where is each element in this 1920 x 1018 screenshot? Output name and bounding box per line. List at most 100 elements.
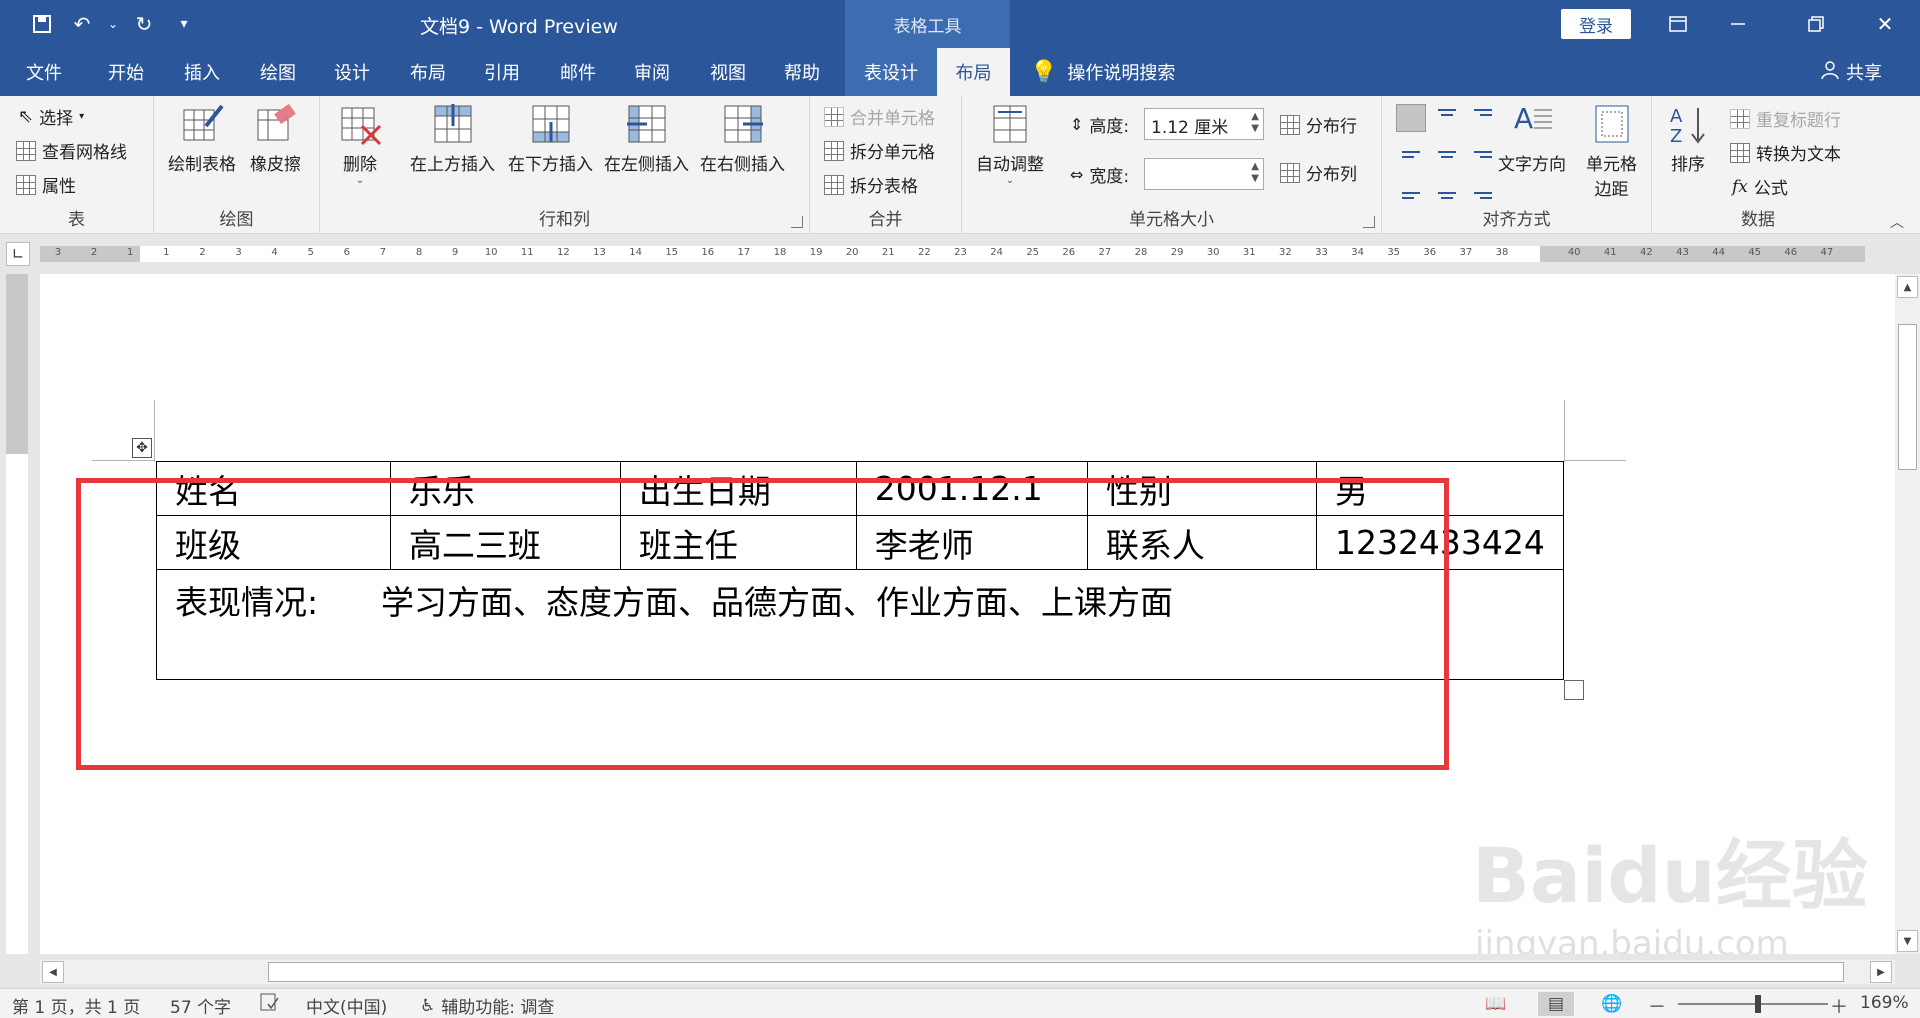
align-top-center-icon[interactable]: [1432, 104, 1462, 132]
split-cells-button[interactable]: 拆分单元格: [824, 138, 935, 163]
table-resize-handle[interactable]: [1564, 680, 1584, 700]
accessibility-status[interactable]: ♿ 辅助功能: 调查: [420, 993, 554, 1018]
properties-icon: [16, 174, 36, 195]
tab-view[interactable]: 视图: [690, 48, 766, 96]
properties-button[interactable]: 属性: [16, 172, 76, 197]
crop-mark: [1564, 400, 1565, 462]
text-direction-button[interactable]: A 文字方向: [1498, 102, 1566, 175]
insert-left-button[interactable]: 在左侧插入: [604, 102, 689, 175]
scroll-left-icon[interactable]: ◀: [42, 961, 64, 983]
word-count[interactable]: 57 个字: [170, 993, 231, 1018]
scroll-down-icon[interactable]: ▼: [1897, 930, 1918, 952]
sort-button[interactable]: AZ 排序: [1666, 102, 1710, 175]
redo-icon[interactable]: ↻: [128, 8, 160, 40]
select-button[interactable]: ⇖ 选择 ▾: [18, 104, 84, 129]
tab-file[interactable]: 文件: [6, 48, 82, 96]
proofing-icon[interactable]: [260, 993, 280, 1011]
dialog-launcher-icon[interactable]: [1363, 216, 1375, 228]
horizontal-scrollbar[interactable]: ◀ ▶: [40, 960, 1895, 984]
minimize-icon[interactable]: [1710, 0, 1766, 48]
width-input[interactable]: ▲ ▼: [1144, 158, 1264, 190]
distribute-rows-label: 分布行: [1306, 117, 1357, 137]
vertical-scrollbar[interactable]: ▲ ▼: [1895, 274, 1920, 954]
insert-above-button[interactable]: 在上方插入: [410, 102, 495, 175]
align-top-right-icon[interactable]: [1468, 104, 1498, 132]
group-table: ⇖ 选择 ▾ 查看网格线 属性 表: [0, 96, 154, 234]
vertical-scroll-thumb[interactable]: [1898, 324, 1917, 470]
ribbon-display-options-icon[interactable]: [1650, 0, 1706, 48]
read-mode-icon[interactable]: 📖: [1478, 992, 1514, 1016]
insert-right-button[interactable]: 在右侧插入: [700, 102, 785, 175]
tab-table-layout[interactable]: 布局: [937, 48, 1010, 96]
undo-icon[interactable]: ↶: [66, 8, 98, 40]
customize-qat-icon[interactable]: ▾: [168, 8, 200, 40]
align-bottom-left-icon[interactable]: [1396, 176, 1426, 204]
tab-home[interactable]: 开始: [88, 48, 164, 96]
autofit-button[interactable]: 自动调整 ⌄: [976, 102, 1044, 186]
eraser-label: 橡皮擦: [250, 155, 301, 175]
web-layout-icon[interactable]: 🌐: [1594, 992, 1630, 1016]
distribute-rows-button[interactable]: 分布行: [1280, 112, 1357, 137]
scroll-up-icon[interactable]: ▲: [1897, 276, 1918, 298]
zoom-level[interactable]: 169%: [1860, 993, 1909, 1013]
cell-margins-button[interactable]: 单元格 边距: [1586, 102, 1637, 200]
align-middle-left-icon[interactable]: [1396, 140, 1426, 168]
tab-references[interactable]: 引用: [464, 48, 540, 96]
dialog-launcher-icon[interactable]: [791, 216, 803, 228]
tab-selector-icon[interactable]: ∟: [6, 242, 30, 266]
restore-icon[interactable]: [1788, 0, 1844, 48]
accessibility-label: 辅助功能: 调查: [441, 998, 555, 1018]
spinner-arrows-icon[interactable]: ▲ ▼: [1251, 111, 1259, 135]
share-button[interactable]: 共享: [1820, 48, 1882, 96]
zoom-out-button[interactable]: －: [1648, 993, 1666, 1018]
align-middle-center-icon[interactable]: [1432, 140, 1462, 168]
vertical-ruler[interactable]: [6, 274, 28, 954]
zoom-slider[interactable]: [1678, 1003, 1828, 1005]
tell-me-search[interactable]: 💡 操作说明搜索: [1030, 48, 1175, 96]
insert-below-button[interactable]: 在下方插入: [508, 102, 593, 175]
tab-mailings[interactable]: 邮件: [540, 48, 616, 96]
language-indicator[interactable]: 中文(中国): [306, 993, 387, 1018]
document-page[interactable]: ✥ 姓名 乐乐 出生日期 2001.12.1 性别 男 班级 高二三班 班主任 …: [40, 274, 1895, 954]
cell-margins-icon: [1590, 102, 1634, 146]
height-input[interactable]: 1.12 厘米 ▲ ▼: [1144, 108, 1264, 140]
align-top-left-icon[interactable]: [1396, 104, 1426, 132]
page-count[interactable]: 第 1 页，共 1 页: [12, 993, 140, 1018]
close-icon[interactable]: ✕: [1857, 0, 1913, 48]
distribute-cols-button[interactable]: 分布列: [1280, 160, 1357, 185]
tab-insert[interactable]: 插入: [164, 48, 240, 96]
delete-button[interactable]: 删除 ⌄: [338, 102, 382, 186]
zoom-slider-thumb[interactable]: [1755, 995, 1761, 1013]
print-layout-icon[interactable]: ▤: [1538, 992, 1574, 1016]
insert-above-label: 在上方插入: [410, 155, 495, 175]
formula-button[interactable]: fx 公式: [1732, 174, 1788, 200]
ruler-number: 42: [1640, 247, 1653, 258]
draw-table-button[interactable]: 绘制表格: [168, 102, 236, 175]
undo-dropdown-icon[interactable]: ⌄: [106, 8, 120, 40]
view-gridlines-button[interactable]: 查看网格线: [16, 138, 127, 163]
eraser-button[interactable]: 橡皮擦: [250, 102, 301, 175]
tab-layout-page[interactable]: 布局: [390, 48, 466, 96]
tab-review[interactable]: 审阅: [614, 48, 690, 96]
repeat-header-button[interactable]: 重复标题行: [1730, 106, 1841, 131]
horizontal-ruler[interactable]: ∟ 3 2 1 1 2 3 4 5 6 7 8 9 10 11 12 13 14 15 16 17 18 19 20 21 22…: [0, 234, 1920, 274]
align-bottom-right-icon[interactable]: [1468, 176, 1498, 204]
spinner-arrows-icon[interactable]: ▲ ▼: [1251, 161, 1259, 185]
split-table-button[interactable]: 拆分表格: [824, 172, 918, 197]
tab-draw[interactable]: 绘图: [240, 48, 316, 96]
merge-cells-button[interactable]: 合并单元格: [824, 104, 935, 129]
collapse-ribbon-icon[interactable]: ︿: [1890, 212, 1904, 232]
scroll-right-icon[interactable]: ▶: [1870, 961, 1892, 983]
align-bottom-center-icon[interactable]: [1432, 176, 1462, 204]
zoom-in-button[interactable]: ＋: [1830, 993, 1848, 1018]
align-middle-right-icon[interactable]: [1468, 140, 1498, 168]
convert-to-text-button[interactable]: 转换为文本: [1730, 140, 1841, 165]
login-button[interactable]: 登录: [1561, 9, 1631, 39]
sort-az-icon: AZ: [1666, 102, 1710, 147]
table-move-handle-icon[interactable]: ✥: [132, 438, 152, 458]
save-icon[interactable]: [26, 8, 58, 40]
horizontal-scroll-thumb[interactable]: [268, 962, 1844, 982]
tab-table-design[interactable]: 表设计: [845, 48, 937, 96]
tab-design[interactable]: 设计: [314, 48, 390, 96]
tab-help[interactable]: 帮助: [764, 48, 840, 96]
